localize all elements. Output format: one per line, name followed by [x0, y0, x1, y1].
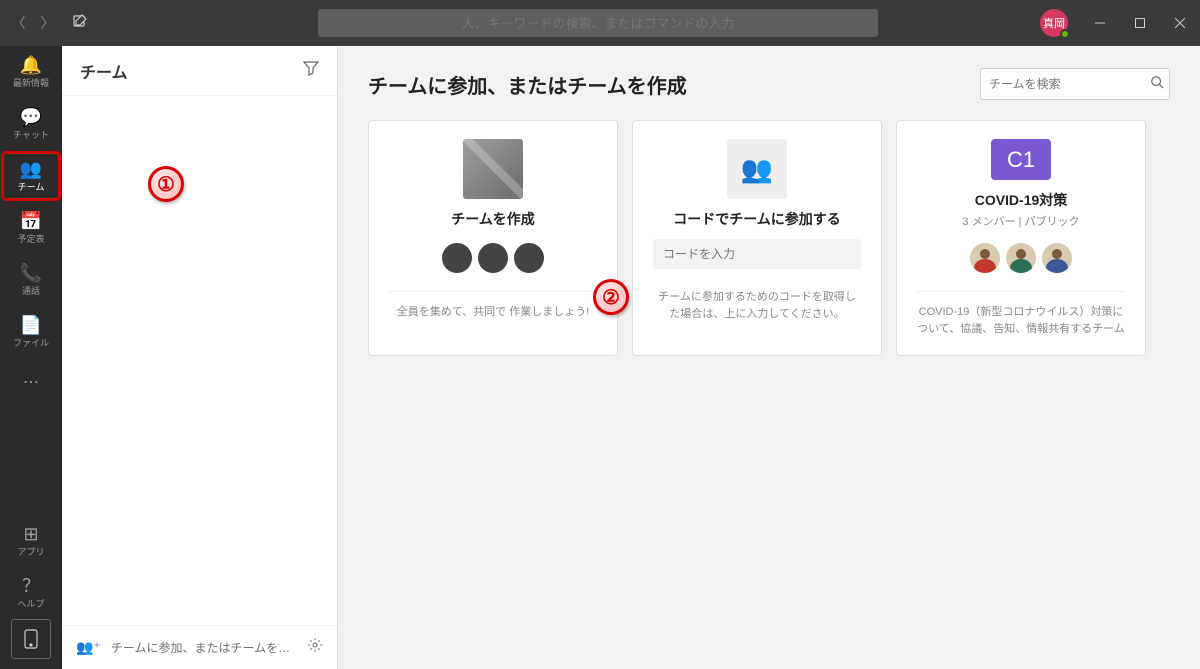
- window-minimize[interactable]: [1080, 0, 1120, 46]
- new-message-icon[interactable]: [62, 13, 98, 34]
- join-create-link[interactable]: チームに参加、またはチームを…: [111, 639, 297, 656]
- code-input[interactable]: [653, 239, 861, 269]
- bell-icon: 🔔: [20, 56, 42, 74]
- card-hint: チームに参加するためのコードを取得した場合は、上に入力してください。: [653, 289, 861, 322]
- forward-button[interactable]: 〉: [41, 13, 55, 33]
- image-placeholder-icon: [463, 139, 523, 199]
- rail-files[interactable]: 📄 ファイル: [0, 306, 62, 358]
- window-maximize[interactable]: [1120, 0, 1160, 46]
- team-tile-icon: C1: [991, 139, 1051, 180]
- rail-activity[interactable]: 🔔 最新情報: [0, 46, 62, 98]
- list-title: チーム: [80, 59, 128, 83]
- avatar-dot: [442, 243, 472, 273]
- presence-indicator: [1060, 29, 1070, 39]
- rail-calendar[interactable]: 📅 予定表: [0, 202, 62, 254]
- main-content: チームに参加、またはチームを作成 チームを作成 全員を集めて、共同で 作業しまし…: [338, 46, 1200, 669]
- rail-label: アプリ: [17, 545, 44, 558]
- rail-label: ヘルプ: [17, 597, 44, 610]
- rail-label: チーム: [18, 180, 45, 193]
- rail-calls[interactable]: 📞 通話: [0, 254, 62, 306]
- settings-icon[interactable]: [307, 637, 323, 658]
- rail-teams[interactable]: 👥 チーム: [0, 150, 62, 202]
- rail-label: 最新情報: [13, 76, 49, 89]
- member-avatar: [1042, 243, 1072, 273]
- team-code-icon: 👥: [727, 139, 787, 199]
- card-desc: 全員を集めて、共同で 作業しましょう!: [397, 304, 590, 321]
- rail-mobile-button[interactable]: [11, 619, 51, 659]
- list-header: チーム: [62, 46, 337, 96]
- rail-label: 通話: [22, 284, 40, 297]
- user-avatar[interactable]: 真岡: [1040, 9, 1068, 37]
- card-title: チームを作成: [451, 209, 535, 229]
- search-input[interactable]: [329, 16, 867, 31]
- member-avatar: [1006, 243, 1036, 273]
- card-title: コードでチームに参加する: [673, 209, 841, 229]
- people-icon: 👥: [20, 160, 42, 178]
- member-dots: [442, 243, 544, 273]
- annotation-2: ②: [593, 279, 629, 315]
- page-heading: チームに参加、またはチームを作成: [368, 70, 687, 99]
- rail-help[interactable]: ？ ヘルプ: [0, 567, 62, 619]
- avatar-dot: [478, 243, 508, 273]
- phone-icon: 📞: [20, 264, 42, 282]
- search-icon: [1150, 75, 1164, 94]
- rail-label: 予定表: [17, 232, 44, 245]
- cards-row: チームを作成 全員を集めて、共同で 作業しましょう! ② 👥 コードでチームに参…: [368, 120, 1170, 356]
- list-footer: 👥⁺ チームに参加、またはチームを…: [62, 625, 337, 669]
- join-create-icon: 👥⁺: [76, 639, 101, 656]
- left-rail: 🔔 最新情報 💬 チャット 👥 チーム 📅 予定表 📞 通話 📄 ファイル ⋯ …: [0, 46, 62, 669]
- help-icon: ？: [22, 577, 40, 595]
- create-team-card[interactable]: チームを作成 全員を集めて、共同で 作業しましょう! ②: [368, 120, 618, 356]
- calendar-icon: 📅: [20, 212, 42, 230]
- avatar-dot: [514, 243, 544, 273]
- rail-chat[interactable]: 💬 チャット: [0, 98, 62, 150]
- back-button[interactable]: 〈: [12, 13, 26, 33]
- member-avatars: [970, 243, 1072, 273]
- apps-icon: ⊞: [23, 525, 38, 543]
- team-search-input[interactable]: [989, 77, 1144, 91]
- join-code-card[interactable]: 👥 コードでチームに参加する チームに参加するためのコードを取得した場合は、上に…: [632, 120, 882, 356]
- window-close[interactable]: [1160, 0, 1200, 46]
- teams-list-pane: チーム ① 👥⁺ チームに参加、またはチームを…: [62, 46, 338, 669]
- rail-more[interactable]: ⋯: [0, 362, 62, 402]
- file-icon: 📄: [20, 316, 42, 334]
- global-search[interactable]: [318, 9, 878, 37]
- card-desc: COVID-19（新型コロナウイルス）対策について、協議、告知、情報共有するチー…: [917, 304, 1125, 337]
- chat-icon: 💬: [20, 108, 42, 126]
- filter-icon[interactable]: [303, 60, 319, 81]
- card-title: COVID-19対策: [975, 190, 1068, 210]
- annotation-1: ①: [148, 166, 184, 202]
- main-header: チームに参加、またはチームを作成: [368, 68, 1170, 100]
- team-search-box[interactable]: [980, 68, 1170, 100]
- member-avatar: [970, 243, 1000, 273]
- card-subtitle: 3 メンバー | パブリック: [962, 213, 1079, 229]
- rail-apps[interactable]: ⊞ アプリ: [0, 515, 62, 567]
- rail-label: ファイル: [13, 336, 49, 349]
- team-card-covid[interactable]: C1 COVID-19対策 3 メンバー | パブリック COVID-19（新型…: [896, 120, 1146, 356]
- history-nav: 〈 〉: [0, 13, 62, 33]
- rail-label: チャット: [13, 128, 49, 141]
- title-bar: 〈 〉 真岡: [0, 0, 1200, 46]
